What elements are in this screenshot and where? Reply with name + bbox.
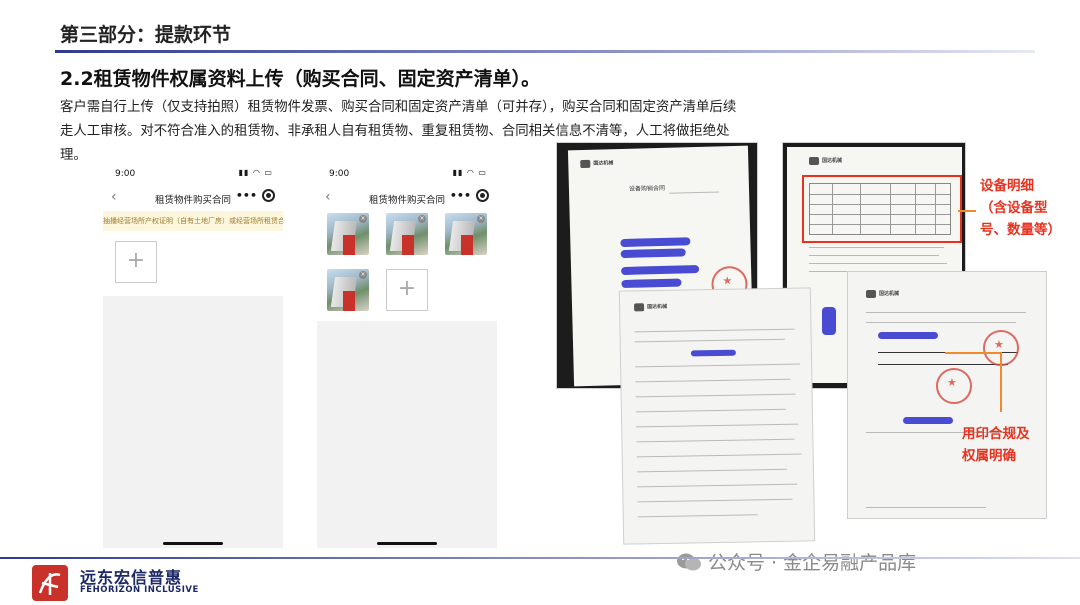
nav-bar: ‹ 租赁物件购买合同 •••	[103, 185, 283, 211]
page-header-title: 第三部分：提款环节	[60, 24, 232, 46]
redaction-mark	[621, 265, 700, 276]
uploaded-photo-thumbnail[interactable]: ×	[327, 213, 369, 255]
uploaded-photo-thumbnail[interactable]: ×	[445, 213, 487, 255]
status-bar: 9:00 ▮▮ ◠ ▭	[103, 163, 283, 185]
callout-seal-compliance: 用印合规及 权属明确	[962, 423, 1030, 467]
phone-screen-upload-filled: 9:00 ▮▮ ◠ ▭ ‹ 租赁物件购买合同 ••• × × × × +	[317, 163, 497, 548]
company-logo-text: 国达机械	[822, 158, 843, 164]
company-logo-text: 国达机械	[647, 303, 668, 311]
signature-page-photo: 国达机械	[848, 272, 1046, 518]
redaction-mark	[822, 307, 836, 335]
more-dots-icon[interactable]: •••	[236, 189, 257, 202]
callout-arrow-line	[1000, 352, 1002, 412]
add-photo-button[interactable]: +	[386, 269, 428, 311]
remove-photo-icon[interactable]: ×	[359, 215, 367, 223]
callout-line: 设备明细	[980, 178, 1034, 194]
company-logo-text: 国达机械	[593, 160, 614, 167]
redaction-mark	[903, 417, 953, 424]
callout-arrow-line	[945, 352, 1001, 354]
upload-hint-banner: 抽播经营场所产权证明（自有土地厂房）或经营场所租赁合同	[103, 211, 283, 231]
section-title: 2.2租赁物件权属资料上传（购买合同、固定资产清单）。	[60, 68, 541, 90]
status-time: 9:00	[115, 169, 136, 179]
callout-line: 权属明确	[962, 448, 1016, 464]
redaction-mark	[620, 237, 691, 248]
footer: 远东宏信普惠 FEHORIZON INCLUSIVE	[0, 557, 1080, 605]
phone-screen-upload-empty: 9:00 ▮▮ ◠ ▭ ‹ 租赁物件购买合同 ••• 抽播经营场所产权证明（自有…	[103, 163, 283, 548]
footer-divider	[0, 557, 1080, 559]
add-photo-button[interactable]: +	[115, 241, 157, 283]
redaction-mark	[690, 349, 736, 357]
status-bar: 9:00 ▮▮ ◠ ▭	[317, 163, 497, 185]
equipment-detail-highlight	[802, 175, 962, 243]
uploaded-photo-thumbnail[interactable]: ×	[386, 213, 428, 255]
callout-equipment-detail: 设备明细 （含设备型 号、数量等）	[980, 175, 1061, 241]
callout-line: （含设备型	[980, 200, 1048, 216]
company-seal	[936, 368, 972, 404]
company-logo-text: 国达机械	[879, 291, 900, 297]
callout-arrow-line	[958, 210, 976, 212]
nav-bar: ‹ 租赁物件购买合同 •••	[317, 185, 497, 211]
redaction-mark	[621, 278, 682, 289]
company-name-en: FEHORIZON INCLUSIVE	[80, 585, 199, 595]
uploaded-photo-thumbnail[interactable]: ×	[327, 269, 369, 311]
signal-wifi-battery-icon: ▮▮ ◠ ▭	[238, 168, 273, 177]
close-target-icon[interactable]	[262, 189, 275, 202]
callout-line: 号、数量等）	[980, 222, 1061, 238]
header-divider	[55, 50, 1035, 53]
home-indicator	[163, 542, 223, 545]
signal-wifi-battery-icon: ▮▮ ◠ ▭	[452, 168, 487, 177]
home-indicator	[377, 542, 437, 545]
redaction-mark	[878, 332, 938, 339]
callout-line: 用印合规及	[962, 426, 1030, 442]
contract-clauses-photo: 国达机械	[619, 288, 815, 544]
contract-heading: 设备购销合同	[628, 184, 666, 193]
brand-logo-icon	[32, 565, 68, 601]
remove-photo-icon[interactable]: ×	[418, 215, 426, 223]
remove-photo-icon[interactable]: ×	[477, 215, 485, 223]
remove-photo-icon[interactable]: ×	[359, 271, 367, 279]
redaction-mark	[620, 248, 686, 259]
status-time: 9:00	[329, 169, 350, 179]
more-dots-icon[interactable]: •••	[450, 189, 471, 202]
close-target-icon[interactable]	[476, 189, 489, 202]
